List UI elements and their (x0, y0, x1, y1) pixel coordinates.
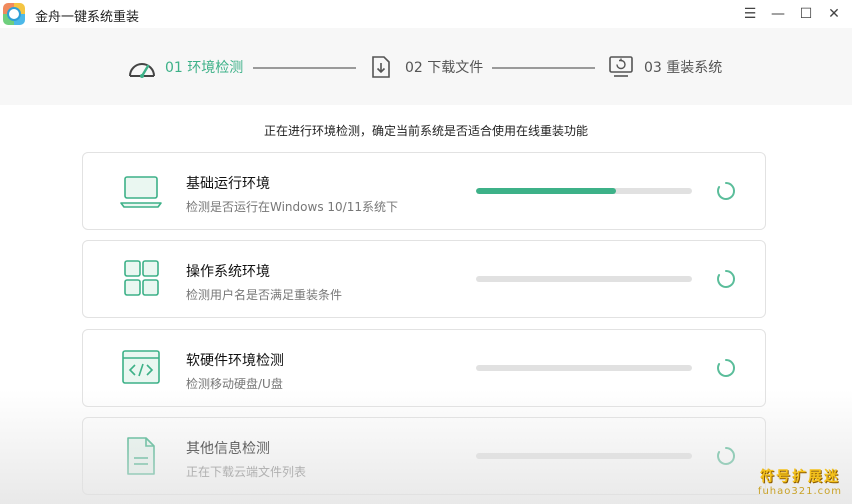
check-description: 检测用户名是否满足重装条件 (186, 288, 343, 302)
maximize-button[interactable]: ☐ (794, 4, 818, 24)
check-title: 基础运行环境 (186, 176, 270, 192)
loading-spinner-icon (717, 181, 735, 200)
step-environment-check: 01 环境检测 (128, 56, 243, 78)
check-title: 操作系统环境 (186, 264, 270, 280)
check-description: 检测是否运行在Windows 10/11系统下 (186, 200, 398, 214)
step-label: 03 重装系统 (644, 60, 723, 76)
close-button[interactable]: ✕ (822, 4, 846, 24)
progress-bar (476, 453, 692, 459)
document-icon (127, 437, 155, 475)
progress-fill (476, 188, 617, 194)
app-title: 金舟一键系统重装 (35, 10, 140, 25)
check-title: 其他信息检测 (186, 441, 270, 457)
code-window-icon (122, 350, 160, 384)
step-download-files: 02 下载文件 (370, 55, 483, 79)
step-connector (253, 67, 356, 69)
speedometer-icon (129, 63, 155, 78)
download-file-icon (372, 56, 390, 78)
grid-icon (124, 260, 159, 296)
check-description: 检测移动硬盘/U盘 (186, 377, 283, 391)
watermark-title: 符号扩展迷 (759, 469, 840, 485)
check-description: 正在下载云端文件列表 (186, 465, 307, 479)
progress-bar (476, 365, 692, 371)
check-card-hardware-environment: 软硬件环境检测 检测移动硬盘/U盘 (82, 329, 766, 407)
watermark-url: fuhao321.com (757, 486, 842, 497)
laptop-icon (120, 176, 162, 208)
watermark: 符号扩展迷 fuhao321.com (758, 466, 842, 497)
menu-button[interactable]: ☰ (738, 4, 762, 24)
step-label: 01 环境检测 (165, 60, 244, 76)
monitor-restore-icon (609, 56, 633, 77)
loading-spinner-icon (717, 358, 735, 377)
step-label: 02 下载文件 (405, 60, 484, 76)
loading-spinner-icon (717, 446, 735, 465)
check-card-other-info: 其他信息检测 正在下载云端文件列表 (82, 417, 766, 495)
window-controls: ☰ — ☐ ✕ (738, 4, 846, 24)
check-card-os-environment: 操作系统环境 检测用户名是否满足重装条件 (82, 240, 766, 318)
step-connector (492, 67, 595, 69)
progress-bar (476, 188, 692, 194)
minimize-button[interactable]: — (766, 4, 790, 24)
check-title: 软硬件环境检测 (186, 353, 284, 369)
step-reinstall-system: 03 重装系统 (608, 55, 722, 79)
check-card-basic-environment: 基础运行环境 检测是否运行在Windows 10/11系统下 (82, 152, 766, 230)
app-logo-icon (3, 3, 25, 25)
progress-bar (476, 276, 692, 282)
loading-spinner-icon (717, 269, 735, 288)
status-subtitle: 正在进行环境检测，确定当前系统是否适合使用在线重装功能 (263, 124, 588, 138)
title-bar: 金舟一键系统重装 ☰ — ☐ ✕ (0, 0, 852, 28)
